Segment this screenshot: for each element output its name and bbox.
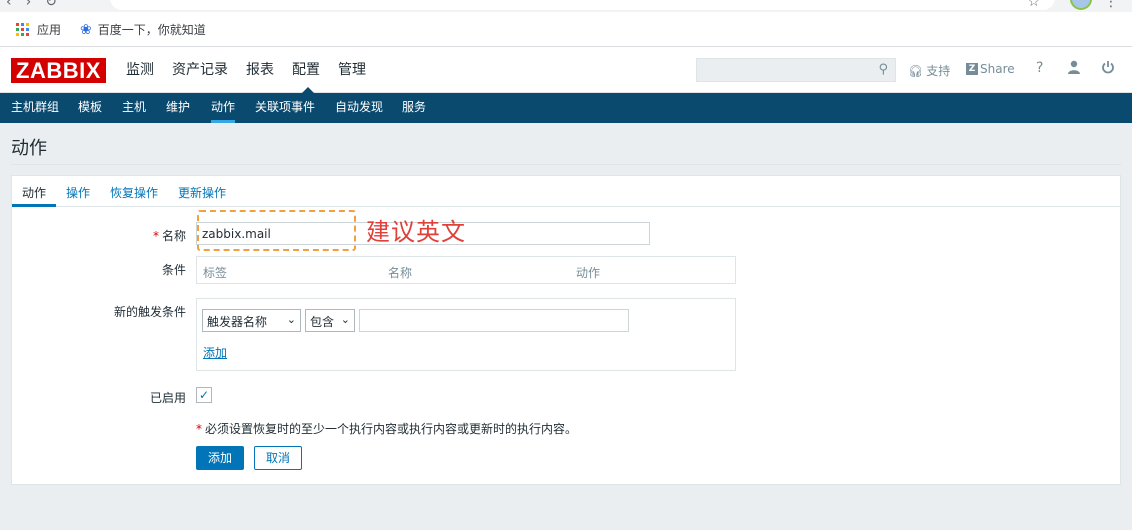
tab-operations[interactable]: 操作 [66,184,90,201]
chevron-down-icon: ⌄ [286,313,296,326]
title-divider [11,164,1121,165]
annotation-text: 建议英文 [366,218,466,246]
condition-operator-select[interactable]: 包含 ⌄ [305,309,355,332]
search-icon[interactable]: ⚲ [878,62,888,77]
user-profile-icon[interactable] [1067,60,1081,78]
search-input[interactable]: ⚲ [696,58,896,82]
browser-toolbar: ‹›↻ ☆ ⋮ [0,0,1132,12]
bookmark-baidu[interactable]: ❀ 百度一下，你就知道 [80,21,206,38]
required-note: * 必须设置恢复时的至少一个执行内容或执行内容或更新时的执行内容。 [196,420,577,437]
column-header-action: 动作 [576,266,601,280]
menu-administration[interactable]: 管理 [338,47,376,93]
support-link[interactable]: 🎧︎ 支持 [908,62,950,79]
address-bar[interactable] [110,0,1055,10]
subnav-actions[interactable]: 动作 [211,93,236,123]
main-menu: 监测 资产记录 报表 配置 管理 [126,47,384,93]
conditions-table: 标签 名称 动作 [196,256,736,284]
bookmark-label: 百度一下，你就知道 [97,23,206,37]
zabbix-logo[interactable]: ZABBIX [11,58,106,83]
new-condition-box: 触发器名称 ⌄ 包含 ⌄ 添加 [196,298,736,371]
subnav-templates[interactable]: 模板 [78,93,102,123]
headset-icon: 🎧︎ [908,63,924,78]
required-note-text: 必须设置恢复时的至少一个执行内容或执行内容或更新时的执行内容。 [205,422,578,436]
action-form-panel: 动作 操作 恢复操作 更新操作 * 名称 zabbix.mail 条件 标签 名称… [11,175,1121,485]
subnav-services[interactable]: 服务 [402,93,426,123]
subnav-host-groups[interactable]: 主机群组 [11,93,59,123]
enabled-label: 已启用 [149,391,186,405]
annotation-highlight-box [197,210,356,251]
apps-grid-icon [16,23,29,36]
condition-operator-value: 包含 [310,315,335,329]
profile-avatar[interactable] [1070,0,1092,10]
support-label: 支持 [926,64,951,78]
condition-type-select[interactable]: 触发器名称 ⌄ [202,309,301,332]
page-title: 动作 [11,138,47,159]
baidu-paw-icon: ❀ [80,21,92,38]
browser-nav-icons[interactable]: ‹›↻ [6,0,71,10]
required-mark: * [152,229,159,243]
menu-monitoring[interactable]: 监测 [126,47,164,93]
add-button[interactable]: 添加 [196,446,244,470]
new-condition-label: 新的触发条件 [113,305,186,319]
browser-menu-icon[interactable]: ⋮ [1104,0,1118,10]
subnav-discovery[interactable]: 自动发现 [335,93,383,123]
subnav-maintenance[interactable]: 维护 [166,93,190,123]
condition-value-input[interactable] [359,309,629,332]
cancel-button[interactable]: 取消 [254,446,302,470]
menu-reports[interactable]: 报表 [246,47,284,93]
condition-type-value: 触发器名称 [207,315,268,329]
share-label: Share [980,62,1015,76]
column-header-name: 名称 [388,266,413,280]
form-tabs: 动作 操作 恢复操作 更新操作 [12,176,1120,207]
required-mark: * [196,422,202,436]
subnav-event-correlation[interactable]: 关联项事件 [255,93,315,123]
bookmark-label: 应用 [37,23,62,37]
add-condition-link[interactable]: 添加 [203,344,227,361]
enabled-checkbox[interactable]: ✓ [196,387,212,403]
conditions-label: 条件 [161,263,186,277]
menu-configuration[interactable]: 配置 [292,47,330,93]
name-label: * 名称 [92,227,186,244]
help-icon[interactable]: ? [1036,60,1043,76]
tab-update-operations[interactable]: 更新操作 [178,184,226,201]
bookmark-star-icon[interactable]: ☆ [1027,0,1040,10]
column-header-label: 标签 [203,266,228,280]
chevron-down-icon: ⌄ [340,313,350,326]
zabbix-header: ZABBIX 监测 资产记录 报表 配置 管理 ⚲ 🎧︎ 支持 Z Share … [0,47,1132,93]
name-label-text: 名称 [161,229,186,243]
tab-action[interactable]: 动作 [22,184,46,201]
tab-recovery-operations[interactable]: 恢复操作 [110,184,158,201]
menu-inventory[interactable]: 资产记录 [172,47,238,93]
active-tab-indicator [12,204,56,207]
subnav-hosts[interactable]: 主机 [122,93,146,123]
power-icon[interactable] [1101,60,1115,78]
share-link[interactable]: Z Share [966,62,1015,76]
bookmarks-bar: 应用 ❀ 百度一下，你就知道 [0,12,1132,47]
share-z-icon: Z [966,63,978,75]
sub-navigation: 主机群组 模板 主机 维护 动作 关联项事件 自动发现 服务 [0,93,1132,123]
bookmark-apps[interactable]: 应用 [16,21,61,38]
